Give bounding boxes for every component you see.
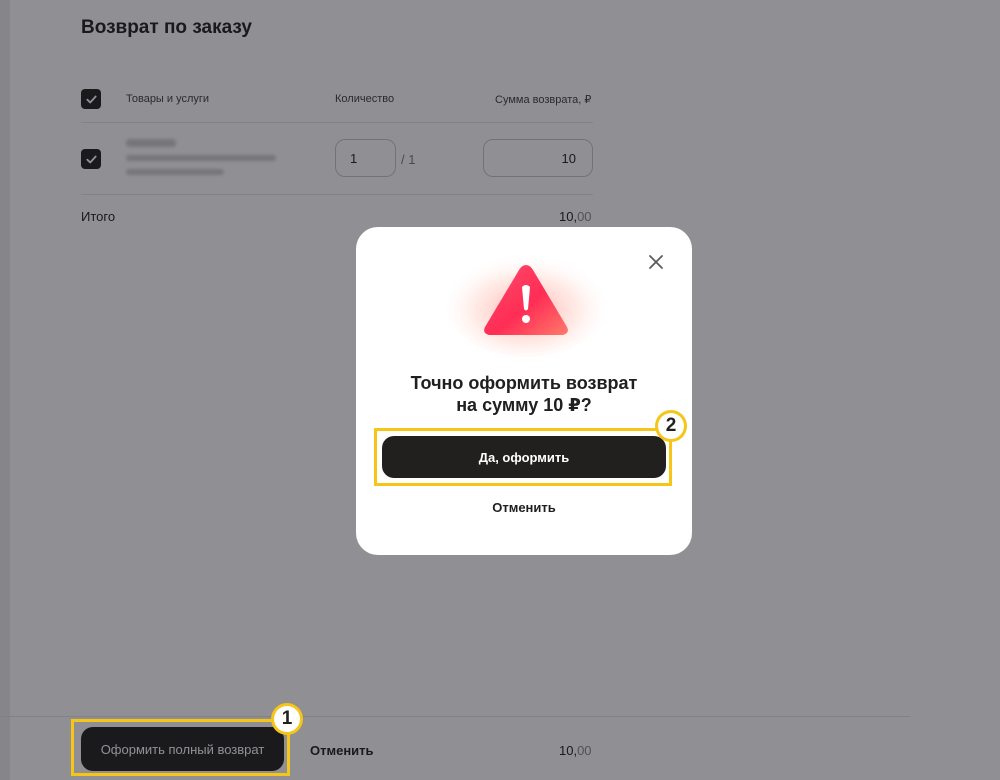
close-icon <box>649 255 663 269</box>
highlight-confirm-button <box>374 428 672 486</box>
highlight-full-return-button <box>71 719 290 776</box>
warning-icon <box>446 253 606 357</box>
dialog-title: Точно оформить возврат на сумму 10 ₽? <box>410 373 638 415</box>
dialog-cancel-link[interactable]: Отменить <box>356 500 692 515</box>
step-badge-2: 2 <box>655 410 687 442</box>
close-button[interactable] <box>646 252 666 272</box>
step-badge-1: 1 <box>271 703 303 735</box>
confirm-dialog: Точно оформить возврат на сумму 10 ₽? Да… <box>356 227 692 555</box>
